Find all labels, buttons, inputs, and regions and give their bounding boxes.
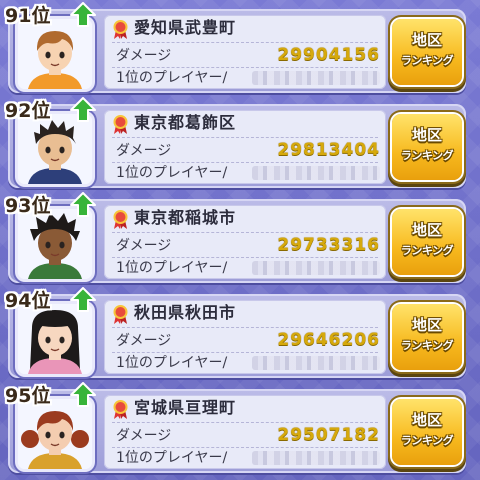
divider — [112, 162, 378, 163]
button-label-ranking: ランキング — [400, 149, 454, 162]
divider — [112, 257, 378, 258]
damage-value: 29904156 — [277, 45, 380, 65]
player-avatar — [18, 304, 92, 374]
player-avatar — [18, 114, 92, 184]
rank-up-arrow-icon — [70, 97, 96, 122]
region-name: 宮城県亘理町 — [134, 398, 237, 417]
divider — [112, 42, 378, 43]
ranking-row: 94位 秋田県秋田市 ダメージ 29646206 1位のプレイヤー/ 地区 ラン… — [5, 287, 466, 378]
region-name: 秋田県秋田市 — [134, 303, 237, 322]
damage-value: 29507182 — [277, 425, 380, 445]
blurred-player-name — [252, 451, 380, 465]
blurred-player-name — [252, 166, 380, 180]
player-avatar — [18, 209, 92, 279]
divider — [112, 352, 378, 353]
player-avatar — [18, 19, 92, 89]
damage-value: 29646206 — [277, 330, 380, 350]
damage-label: ダメージ — [116, 333, 172, 349]
blurred-player-name — [252, 71, 380, 85]
divider — [112, 232, 378, 233]
ranking-list: 91位 愛知県武豊町 ダメージ 29904156 1位のプレイヤー/ 地区 ラン… — [0, 0, 480, 480]
top-player-label: 1位のプレイヤー/ — [116, 165, 228, 181]
button-label-region: 地区 — [411, 411, 442, 429]
rank-number: 94位 — [5, 290, 51, 312]
medal-ribbon-icon — [113, 210, 128, 229]
medal-ribbon-icon — [113, 115, 128, 134]
button-label-ranking: ランキング — [400, 339, 454, 352]
avatar-portrait — [18, 209, 92, 279]
region-name: 東京都稲城市 — [134, 208, 237, 227]
region-ranking-button[interactable]: 地区 ランキング — [392, 304, 462, 370]
player-avatar — [18, 399, 92, 469]
ranking-info-card: 愛知県武豊町 ダメージ 29904156 1位のプレイヤー/ — [104, 15, 386, 89]
rank-number: 92位 — [5, 100, 51, 122]
rank-number: 91位 — [5, 5, 51, 27]
damage-value: 29813404 — [277, 140, 380, 160]
avatar-portrait — [18, 19, 92, 89]
medal-ribbon-icon — [113, 305, 128, 324]
region-ranking-button[interactable]: 地区 ランキング — [392, 209, 462, 275]
ranking-row: 91位 愛知県武豊町 ダメージ 29904156 1位のプレイヤー/ 地区 ラン… — [5, 2, 466, 93]
region-name: 東京都葛飾区 — [134, 113, 237, 132]
divider — [112, 67, 378, 68]
ranking-info-card: 秋田県秋田市 ダメージ 29646206 1位のプレイヤー/ — [104, 300, 386, 374]
divider — [112, 137, 378, 138]
divider — [112, 422, 378, 423]
button-label-ranking: ランキング — [400, 54, 454, 67]
avatar-portrait — [18, 399, 92, 469]
damage-label: ダメージ — [116, 428, 172, 444]
region-ranking-button[interactable]: 地区 ランキング — [392, 114, 462, 180]
top-player-label: 1位のプレイヤー/ — [116, 70, 228, 86]
divider — [112, 447, 378, 448]
rank-up-arrow-icon — [70, 192, 96, 217]
button-label-region: 地区 — [411, 316, 442, 334]
button-label-region: 地区 — [411, 31, 442, 49]
ranking-row: 95位 宮城県亘理町 ダメージ 29507182 1位のプレイヤー/ 地区 ラン… — [5, 382, 466, 473]
region-ranking-button[interactable]: 地区 ランキング — [392, 399, 462, 465]
top-player-label: 1位のプレイヤー/ — [116, 450, 228, 466]
rank-up-arrow-icon — [70, 382, 96, 407]
button-label-ranking: ランキング — [400, 434, 454, 447]
ranking-row: 92位 東京都葛飾区 ダメージ 29813404 1位のプレイヤー/ 地区 ラン… — [5, 97, 466, 188]
ranking-row: 93位 東京都稲城市 ダメージ 29733316 1位のプレイヤー/ 地区 ラン… — [5, 192, 466, 283]
button-label-region: 地区 — [411, 221, 442, 239]
avatar-portrait — [18, 304, 92, 374]
divider — [112, 327, 378, 328]
damage-label: ダメージ — [116, 238, 172, 254]
rank-up-arrow-icon — [70, 287, 96, 312]
damage-label: ダメージ — [116, 143, 172, 159]
ranking-info-card: 東京都葛飾区 ダメージ 29813404 1位のプレイヤー/ — [104, 110, 386, 184]
ranking-info-card: 東京都稲城市 ダメージ 29733316 1位のプレイヤー/ — [104, 205, 386, 279]
top-player-label: 1位のプレイヤー/ — [116, 260, 228, 276]
medal-ribbon-icon — [113, 20, 128, 39]
button-label-region: 地区 — [411, 126, 442, 144]
rank-up-arrow-icon — [70, 2, 96, 27]
region-ranking-button[interactable]: 地区 ランキング — [392, 19, 462, 85]
rank-number: 95位 — [5, 385, 51, 407]
button-label-ranking: ランキング — [400, 244, 454, 257]
rank-number: 93位 — [5, 195, 51, 217]
avatar-portrait — [18, 114, 92, 184]
blurred-player-name — [252, 356, 380, 370]
top-player-label: 1位のプレイヤー/ — [116, 355, 228, 371]
damage-value: 29733316 — [277, 235, 380, 255]
damage-label: ダメージ — [116, 48, 172, 64]
region-name: 愛知県武豊町 — [134, 18, 237, 37]
medal-ribbon-icon — [113, 400, 128, 419]
ranking-info-card: 宮城県亘理町 ダメージ 29507182 1位のプレイヤー/ — [104, 395, 386, 469]
blurred-player-name — [252, 261, 380, 275]
